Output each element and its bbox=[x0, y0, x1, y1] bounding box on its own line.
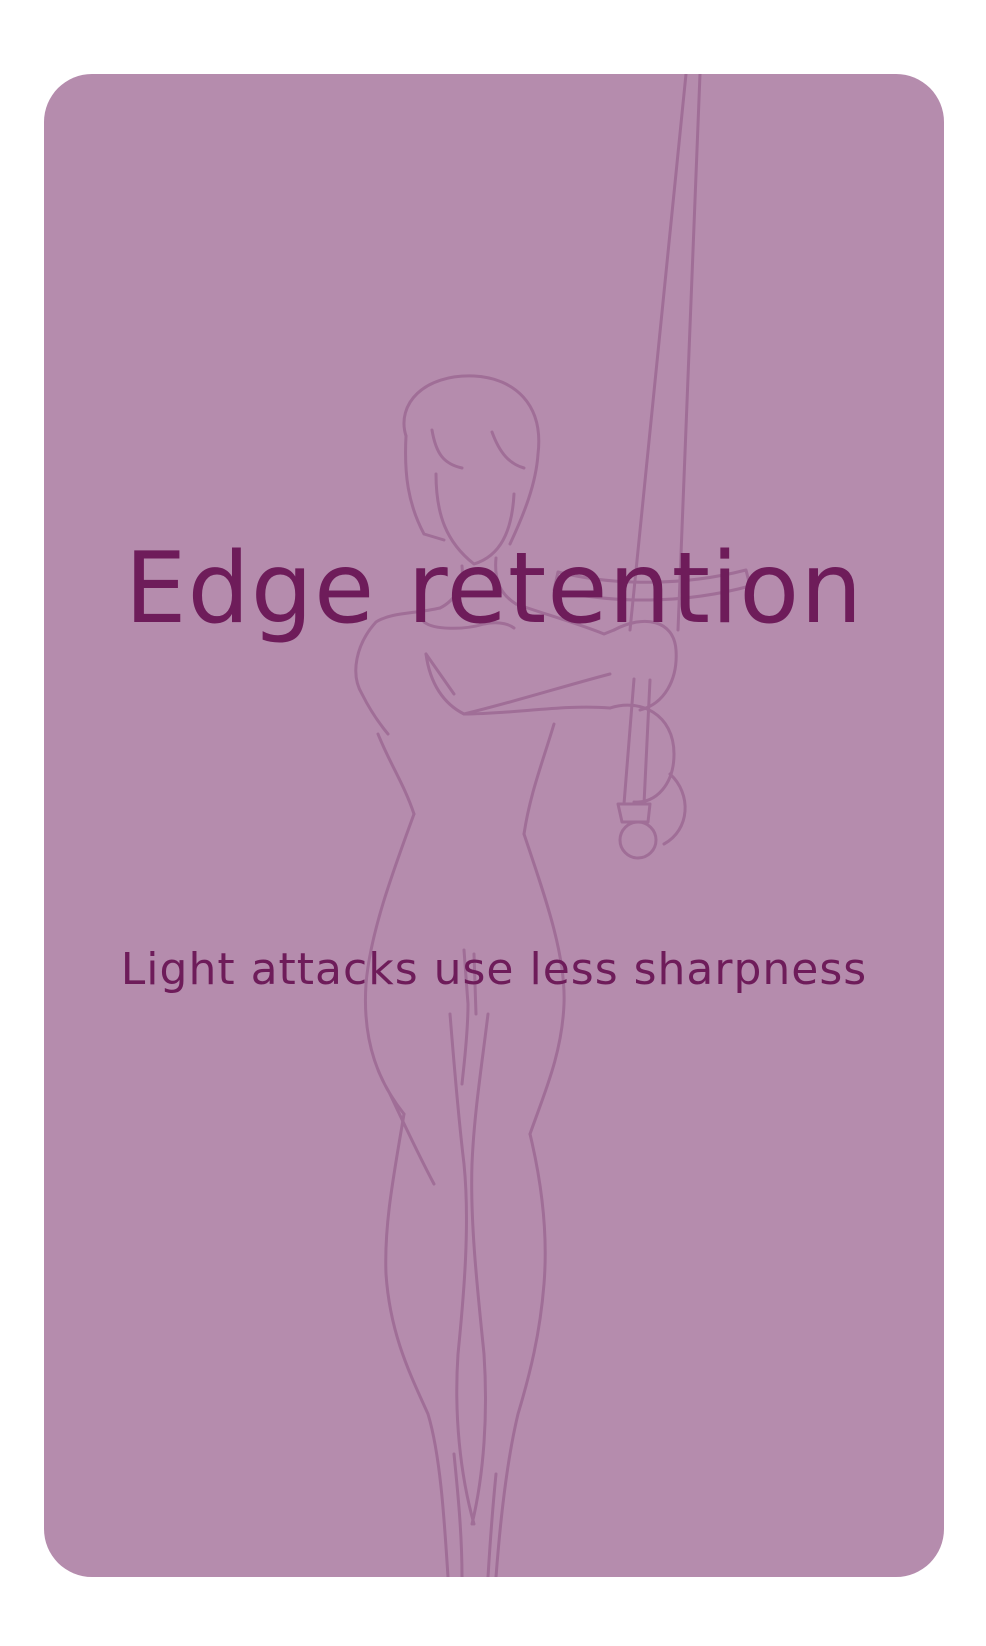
ability-card[interactable]: Edge retention Light attacks use less sh… bbox=[44, 74, 944, 1577]
card-title: Edge retention bbox=[124, 532, 864, 646]
card-background bbox=[44, 74, 944, 1577]
card-description: Light attacks use less sharpness bbox=[120, 944, 868, 995]
swordswoman-illustration bbox=[44, 74, 944, 1577]
